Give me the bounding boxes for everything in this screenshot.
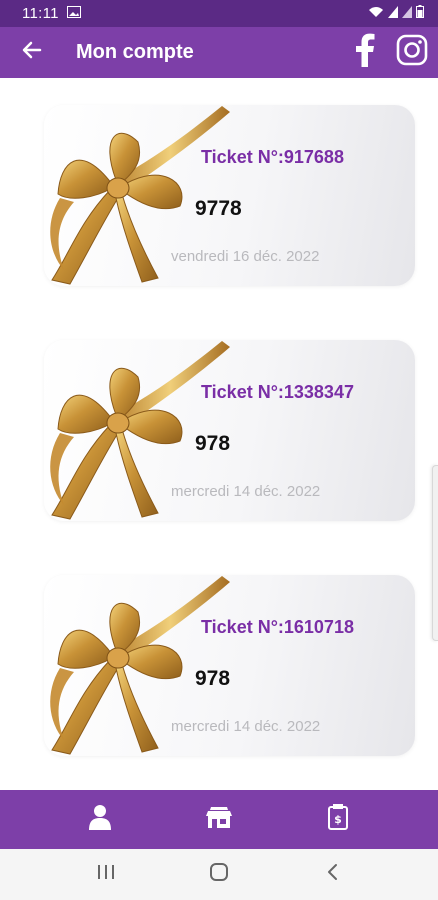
nav-coupon-button[interactable]: $ xyxy=(318,800,358,840)
ticket-number: Ticket N°:1338347 xyxy=(201,382,354,402)
facebook-icon xyxy=(354,33,376,72)
page-title: Mon compte xyxy=(76,41,194,63)
recents-icon xyxy=(97,864,115,885)
ticket-card[interactable]: Ticket N°:1610718 978 mercredi 14 déc. 2… xyxy=(44,575,415,756)
status-right xyxy=(368,5,424,22)
ticket-card[interactable]: Ticket N°:917688 9778 vendredi 16 déc. 2… xyxy=(44,105,415,286)
store-icon xyxy=(204,805,234,834)
user-icon xyxy=(88,804,111,835)
signal-icon xyxy=(402,5,412,22)
back-button[interactable] xyxy=(17,38,47,68)
instagram-icon xyxy=(396,34,428,71)
coupon-icon: $ xyxy=(326,803,350,836)
social-links xyxy=(354,33,428,72)
ticket-number: Ticket N°:917688 xyxy=(201,147,344,167)
status-bar: 11:11 xyxy=(0,0,438,27)
ticket-list: Ticket N°:917688 9778 vendredi 16 déc. 2… xyxy=(0,78,438,790)
wifi-icon xyxy=(368,5,384,22)
ticket-date: mercredi 14 déc. 2022 xyxy=(171,483,321,500)
side-scroll-handle[interactable] xyxy=(432,465,438,641)
back-icon xyxy=(325,863,339,886)
ticket-amount: 978 xyxy=(195,432,231,455)
ticket-number: Ticket N°:1610718 xyxy=(201,617,354,637)
app-bar: Mon compte xyxy=(0,27,438,78)
home-button[interactable] xyxy=(199,855,239,895)
bottom-nav: $ xyxy=(0,790,438,849)
arrow-left-icon xyxy=(22,40,42,65)
nav-store-button[interactable] xyxy=(199,800,239,840)
nav-account-button[interactable] xyxy=(80,800,120,840)
system-nav xyxy=(0,849,438,900)
facebook-button[interactable] xyxy=(354,33,376,72)
battery-icon xyxy=(416,5,424,22)
ticket-date: mercredi 14 déc. 2022 xyxy=(171,718,321,735)
instagram-button[interactable] xyxy=(396,34,428,71)
recents-button[interactable] xyxy=(86,855,126,895)
image-icon xyxy=(66,5,81,22)
home-icon xyxy=(209,862,229,887)
back-nav-button[interactable] xyxy=(312,855,352,895)
ticket-amount: 978 xyxy=(195,667,231,690)
ticket-card[interactable]: Ticket N°:1338347 978 mercredi 14 déc. 2… xyxy=(44,340,415,521)
status-left: 11:11 xyxy=(22,5,81,22)
status-time: 11:11 xyxy=(22,5,59,22)
ticket-amount: 9778 xyxy=(195,197,242,220)
ticket-date: vendredi 16 déc. 2022 xyxy=(171,248,320,265)
svg-text:$: $ xyxy=(334,813,342,826)
signal-icon xyxy=(388,5,398,22)
